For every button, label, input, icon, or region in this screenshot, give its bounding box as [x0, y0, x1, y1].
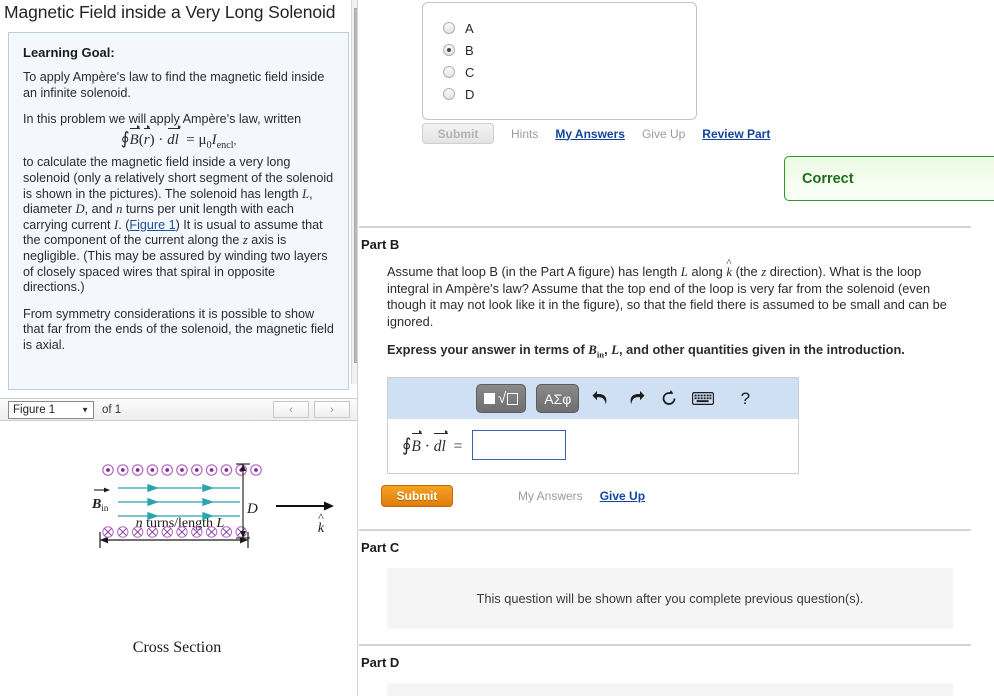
part-b-heading: Part B [361, 237, 400, 252]
problem-right-panel: A B C D Submit Hints My Answers Give Up … [359, 0, 994, 696]
part-c-heading: Part C [361, 540, 400, 555]
part-a-hints-link[interactable]: Hints [511, 127, 538, 141]
reset-icon[interactable] [657, 387, 681, 411]
goal-text-body-3: , and [84, 202, 117, 217]
radio-choice-d[interactable] [443, 88, 455, 100]
choice-label-c: C [465, 64, 475, 80]
pb-text-1: Assume that loop B (in the Part A figure… [387, 264, 681, 279]
feedback-status-text: Correct [802, 170, 854, 187]
math-toolbar: √ ΑΣφ ? [388, 378, 798, 420]
part-d-heading: Part D [361, 655, 400, 670]
figure-next-button[interactable]: › [314, 401, 350, 418]
choice-label-a: A [465, 20, 474, 36]
part-a-give-up-link[interactable]: Give Up [642, 127, 685, 141]
page-title: Magnetic Field inside a Very Long Soleno… [4, 2, 336, 22]
learning-goal-heading: Learning Goal: [23, 45, 115, 60]
pb-symbol-Bin: B [588, 343, 597, 357]
svg-text:D: D [246, 501, 258, 517]
pb-instr-1: Express your answer in terms of [387, 342, 589, 357]
part-c-locked-message: This question will be shown after you co… [387, 568, 953, 629]
pb-text-3: (the [732, 264, 762, 279]
choice-row-b[interactable]: B [443, 39, 696, 61]
figure-toolbar: Figure 1 ▼ of 1 ‹ › [0, 398, 357, 421]
figure-count-label: of 1 [102, 403, 122, 416]
figure-prev-button[interactable]: ‹ [273, 401, 309, 418]
figure-canvas: n turns/length L Bin D k ^ Cross Section [0, 421, 357, 696]
pb-instr-3: , and other quantities given in the intr… [619, 342, 905, 357]
figure-select[interactable]: Figure 1 ▼ [8, 400, 94, 419]
choice-row-c[interactable]: C [443, 61, 696, 83]
undo-icon[interactable] [589, 387, 613, 411]
pb-symbol-Bin-sub: in [596, 349, 605, 360]
part-a-submit-button[interactable]: Submit [422, 123, 494, 144]
part-b-my-answers-link[interactable]: My Answers [518, 489, 583, 503]
part-a-feedback-banner: Correct [784, 156, 994, 201]
part-b-question-text: Assume that loop B (in the Part A figure… [359, 252, 971, 330]
radio-choice-a[interactable] [443, 22, 455, 34]
pb-symbol-L: L [680, 265, 688, 279]
part-b-submit-button[interactable]: Submit [381, 485, 453, 508]
part-a-my-answers-link[interactable]: My Answers [555, 127, 625, 141]
goal-text-body-1: to calculate the magnetic field inside a… [23, 155, 334, 201]
ampere-law-equation: ∮B(r) · dl = μ0Iencl, [120, 125, 237, 151]
pb-symbol-L2: L [611, 343, 620, 357]
part-b-give-up-link[interactable]: Give Up [600, 489, 645, 503]
keyboard-icon[interactable] [691, 387, 715, 411]
sqrt-icon: √ [498, 390, 507, 408]
part-b-section: Part B Assume that loop B (in the Part A… [359, 226, 971, 508]
left-panel-scrollbar[interactable] [351, 0, 357, 384]
choice-row-d[interactable]: D [443, 83, 696, 105]
help-icon[interactable]: ? [733, 387, 757, 411]
learning-goal-paragraph-1: To apply Ampère's law to find the magnet… [23, 70, 325, 100]
learning-goal-box: Learning Goal: To apply Ampère's law to … [8, 32, 349, 390]
svg-text:Cross Section: Cross Section [133, 639, 221, 656]
choice-row-a[interactable]: A [443, 17, 696, 39]
answer-equation-label: ∮B · dl = [402, 429, 463, 455]
part-c-section: Part C This question will be shown after… [359, 529, 971, 629]
part-d-section: Part D [359, 644, 971, 696]
part-d-locked-body [387, 683, 953, 696]
part-b-answer-box: √ ΑΣφ ? ∮B · dl = [387, 377, 799, 475]
chevron-down-icon: ▼ [81, 405, 89, 414]
current-out-dots [102, 464, 262, 476]
pb-symbol-khat: k [726, 264, 732, 281]
figure-nav: ‹ › [273, 401, 357, 418]
choice-label-d: D [465, 86, 475, 102]
learning-goal-paragraph-3: From symmetry considerations it is possi… [23, 306, 334, 352]
learning-goal-paragraph-2: In this problem we will apply Ampère's l… [23, 112, 334, 296]
goal-text-body-5: . ( [118, 217, 130, 232]
symbol-diameter-D: D [75, 202, 85, 217]
solenoid-cross-section-figure: n turns/length L Bin D k ^ Cross Section [91, 463, 334, 656]
greek-symbols-button[interactable]: ΑΣφ [536, 384, 580, 414]
choice-label-b: B [465, 42, 474, 58]
figure-select-value: Figure 1 [13, 403, 56, 416]
answer-input[interactable] [472, 430, 567, 461]
redo-icon[interactable] [623, 387, 647, 411]
problem-page: Magnetic Field inside a Very Long Soleno… [0, 0, 994, 696]
answer-equation-row: ∮B · dl = [388, 419, 798, 473]
part-b-action-row: Submit My Answers Give Up [381, 485, 971, 508]
pb-text-2: along [687, 264, 727, 279]
goal-text-intro: In this problem we will apply Ampère's l… [23, 112, 302, 127]
part-b-instruction: Express your answer in terms of Bin, L, … [359, 330, 971, 363]
scrollbar-thumb[interactable] [354, 8, 357, 363]
part-a-review-part-link[interactable]: Review Part [702, 127, 770, 141]
problem-left-panel: Magnetic Field inside a Very Long Soleno… [0, 0, 358, 696]
magnetic-field-lines [118, 483, 240, 521]
part-a-action-row: Submit Hints My Answers Give Up Review P… [422, 123, 770, 144]
svg-text:Bin: Bin [91, 497, 109, 513]
svg-text:^: ^ [318, 510, 324, 524]
figure-1-link[interactable]: Figure 1 [129, 218, 175, 232]
part-a-choice-box: A B C D [422, 2, 697, 120]
radio-choice-b[interactable] [443, 44, 455, 56]
math-template-button[interactable]: √ [476, 384, 527, 414]
radio-choice-c[interactable] [443, 66, 455, 78]
scroll-down-arrow-icon[interactable] [352, 368, 357, 384]
